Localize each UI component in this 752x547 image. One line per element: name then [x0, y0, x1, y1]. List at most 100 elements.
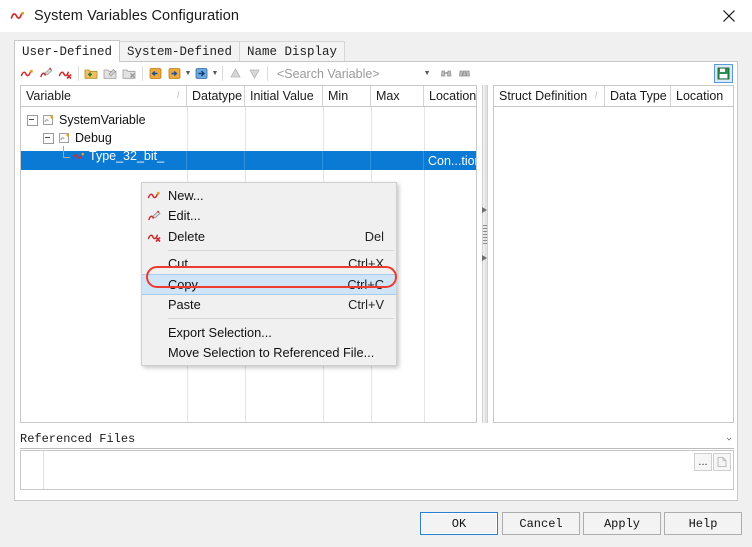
expander-collapse-icon[interactable]: [43, 132, 54, 144]
selected-cell-datatype: [187, 151, 245, 170]
tab-system-defined[interactable]: System-Defined: [119, 41, 241, 62]
tree-row-systemvariable[interactable]: SystemVariable: [27, 111, 149, 129]
column-header-datatype[interactable]: Datatype: [187, 86, 245, 106]
cancel-button[interactable]: Cancel: [502, 512, 580, 535]
variables-grid-header: Variable / Datatype Initial Value Min Ma…: [21, 86, 476, 107]
sort-indicator-icon: /: [177, 90, 180, 100]
toolbar-right-group: [714, 64, 733, 83]
system-variables-configuration-window: System Variables Configuration User-Defi…: [0, 0, 752, 547]
title-bar: System Variables Configuration: [0, 0, 752, 33]
menu-separator: [168, 318, 394, 319]
context-menu[interactable]: New... Edit... Delete Del Cut Ctrl+X Cop…: [141, 182, 397, 366]
tree-row-type32bit[interactable]: Type_32_bit_: [59, 146, 167, 165]
column-header-max[interactable]: Max: [371, 86, 424, 106]
move-down-icon: [245, 64, 264, 83]
menu-item-copy[interactable]: Copy Ctrl+C: [142, 274, 396, 295]
new-group-icon[interactable]: [82, 64, 101, 83]
toolbar-separator: [78, 66, 79, 81]
window-title: System Variables Configuration: [34, 8, 240, 24]
splitter-collapse-left-icon[interactable]: [482, 207, 487, 213]
tab-label: System-Defined: [127, 45, 233, 59]
binoculars-icon[interactable]: [437, 64, 456, 83]
referenced-files-gutter: [21, 451, 44, 489]
tab-user-defined[interactable]: User-Defined: [14, 40, 121, 62]
struct-grid-header: Struct Definition / Data Type Location: [494, 86, 733, 107]
menu-item-accel: Ctrl+C: [347, 276, 384, 292]
column-header-min[interactable]: Min: [323, 86, 371, 106]
tab-name-display[interactable]: Name Display: [239, 41, 346, 62]
edit-group-icon[interactable]: [101, 64, 120, 83]
show-struct-panel-icon[interactable]: [714, 64, 733, 83]
menu-separator: [168, 249, 394, 251]
edit-variable-icon[interactable]: [37, 64, 56, 83]
column-label: Initial Value: [250, 89, 314, 103]
import-icon[interactable]: [146, 64, 165, 83]
tree-row-debug[interactable]: Debug: [43, 129, 115, 147]
menu-item-label: Export Selection...: [168, 324, 272, 340]
tree-row-label: Debug: [75, 131, 112, 145]
chevron-down-icon[interactable]: ▼: [184, 64, 192, 83]
toolbar-separator: [222, 66, 223, 81]
column-header-data-type[interactable]: Data Type: [605, 86, 671, 106]
binoculars-all-icon[interactable]: [456, 64, 475, 83]
window-body: User-Defined System-Defined Name Display: [0, 32, 752, 547]
delete-variable-icon[interactable]: [56, 64, 75, 83]
splitter-collapse-right-icon[interactable]: [482, 255, 487, 261]
column-label: Data Type: [610, 89, 667, 103]
export-icon[interactable]: [165, 64, 184, 83]
dialog-button-bar: OK Cancel Apply Help: [0, 508, 752, 547]
referenced-files-input[interactable]: [44, 451, 693, 489]
menu-item-delete[interactable]: Delete Del: [142, 226, 396, 247]
edit-variable-icon: [147, 209, 162, 224]
menu-item-paste[interactable]: Paste Ctrl+V: [142, 295, 396, 316]
sort-indicator-icon: /: [595, 90, 598, 100]
menu-item-label: Edit...: [168, 208, 201, 224]
column-header-variable[interactable]: Variable /: [21, 86, 187, 106]
help-button[interactable]: Help: [664, 512, 742, 535]
referenced-files-header[interactable]: Referenced Files ⌄: [20, 430, 734, 449]
new-variable-icon[interactable]: [18, 64, 37, 83]
column-header-struct-definition[interactable]: Struct Definition /: [494, 86, 605, 106]
menu-item-label: Delete: [168, 228, 205, 244]
tab-strip: User-Defined System-Defined Name Display: [14, 40, 346, 62]
menu-item-accel: Ctrl+X: [348, 256, 384, 272]
tab-label: Name Display: [247, 45, 338, 59]
new-variable-icon: [147, 188, 162, 203]
splitter-grip[interactable]: [483, 225, 487, 247]
document-icon[interactable]: [713, 453, 731, 471]
column-header-initial-value[interactable]: Initial Value: [245, 86, 323, 106]
search-dropdown-icon[interactable]: ▼: [424, 70, 431, 77]
folder-variable-icon: [42, 113, 56, 127]
menu-item-label: Copy: [168, 276, 198, 292]
column-header-location[interactable]: Location: [671, 86, 733, 106]
menu-item-accel: Del: [364, 228, 384, 244]
export-options-icon[interactable]: [192, 64, 211, 83]
menu-item-move-selection-to-referenced-file[interactable]: Move Selection to Referenced File...: [142, 343, 396, 364]
browse-button[interactable]: ...: [694, 453, 712, 471]
column-header-location[interactable]: Location: [424, 86, 476, 106]
folder-variable-icon: [58, 131, 72, 145]
menu-item-export-selection[interactable]: Export Selection...: [142, 322, 396, 343]
menu-item-new[interactable]: New...: [142, 185, 396, 206]
delete-group-icon[interactable]: [120, 64, 139, 83]
toolbar-separator: [142, 66, 143, 81]
pane-splitter[interactable]: [480, 85, 490, 423]
chevron-down-icon[interactable]: ▼: [211, 64, 219, 83]
selected-cell-location: Con...tion: [424, 151, 476, 170]
struct-grid-body[interactable]: [494, 107, 733, 422]
ok-button[interactable]: OK: [420, 512, 498, 535]
menu-item-cut[interactable]: Cut Ctrl+X: [142, 254, 396, 275]
column-label: Location: [429, 89, 476, 103]
expander-collapse-icon[interactable]: [27, 114, 38, 126]
chevron-down-icon[interactable]: ⌄: [726, 433, 732, 443]
move-up-icon: [226, 64, 245, 83]
struct-definition-grid[interactable]: Struct Definition / Data Type Location: [493, 85, 734, 423]
menu-item-edit[interactable]: Edit...: [142, 206, 396, 227]
menu-item-label: Paste: [168, 297, 201, 313]
wave-variable-icon: [72, 149, 86, 163]
selected-cell-max: [371, 151, 424, 170]
referenced-files-buttons: ...: [693, 451, 733, 489]
apply-button[interactable]: Apply: [583, 512, 661, 535]
close-button[interactable]: [706, 0, 752, 32]
search-input[interactable]: <Search Variable>: [277, 67, 380, 81]
